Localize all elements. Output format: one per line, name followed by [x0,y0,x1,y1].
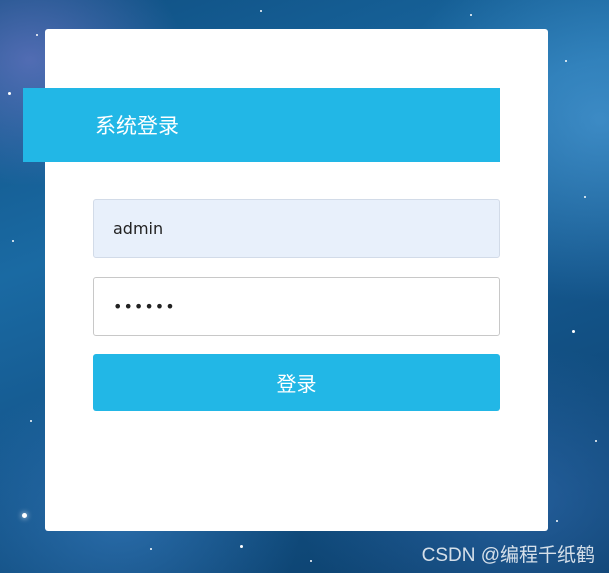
star [584,196,586,198]
star [240,545,243,548]
star [30,420,32,422]
star [572,330,575,333]
password-input[interactable] [93,277,500,336]
star [470,14,472,16]
star [22,513,27,518]
star [36,34,38,36]
login-title-banner: 系统登录 [23,88,500,162]
star [556,520,558,522]
star [150,548,152,550]
login-title: 系统登录 [95,114,179,138]
username-input[interactable] [93,199,500,258]
star [565,60,567,62]
star [310,560,312,562]
csdn-watermark: CSDN @编程千纸鹤 [421,545,595,566]
login-button[interactable]: 登录 [93,354,500,411]
star [12,240,14,242]
star [260,10,262,12]
star [595,440,597,442]
star [8,92,11,95]
